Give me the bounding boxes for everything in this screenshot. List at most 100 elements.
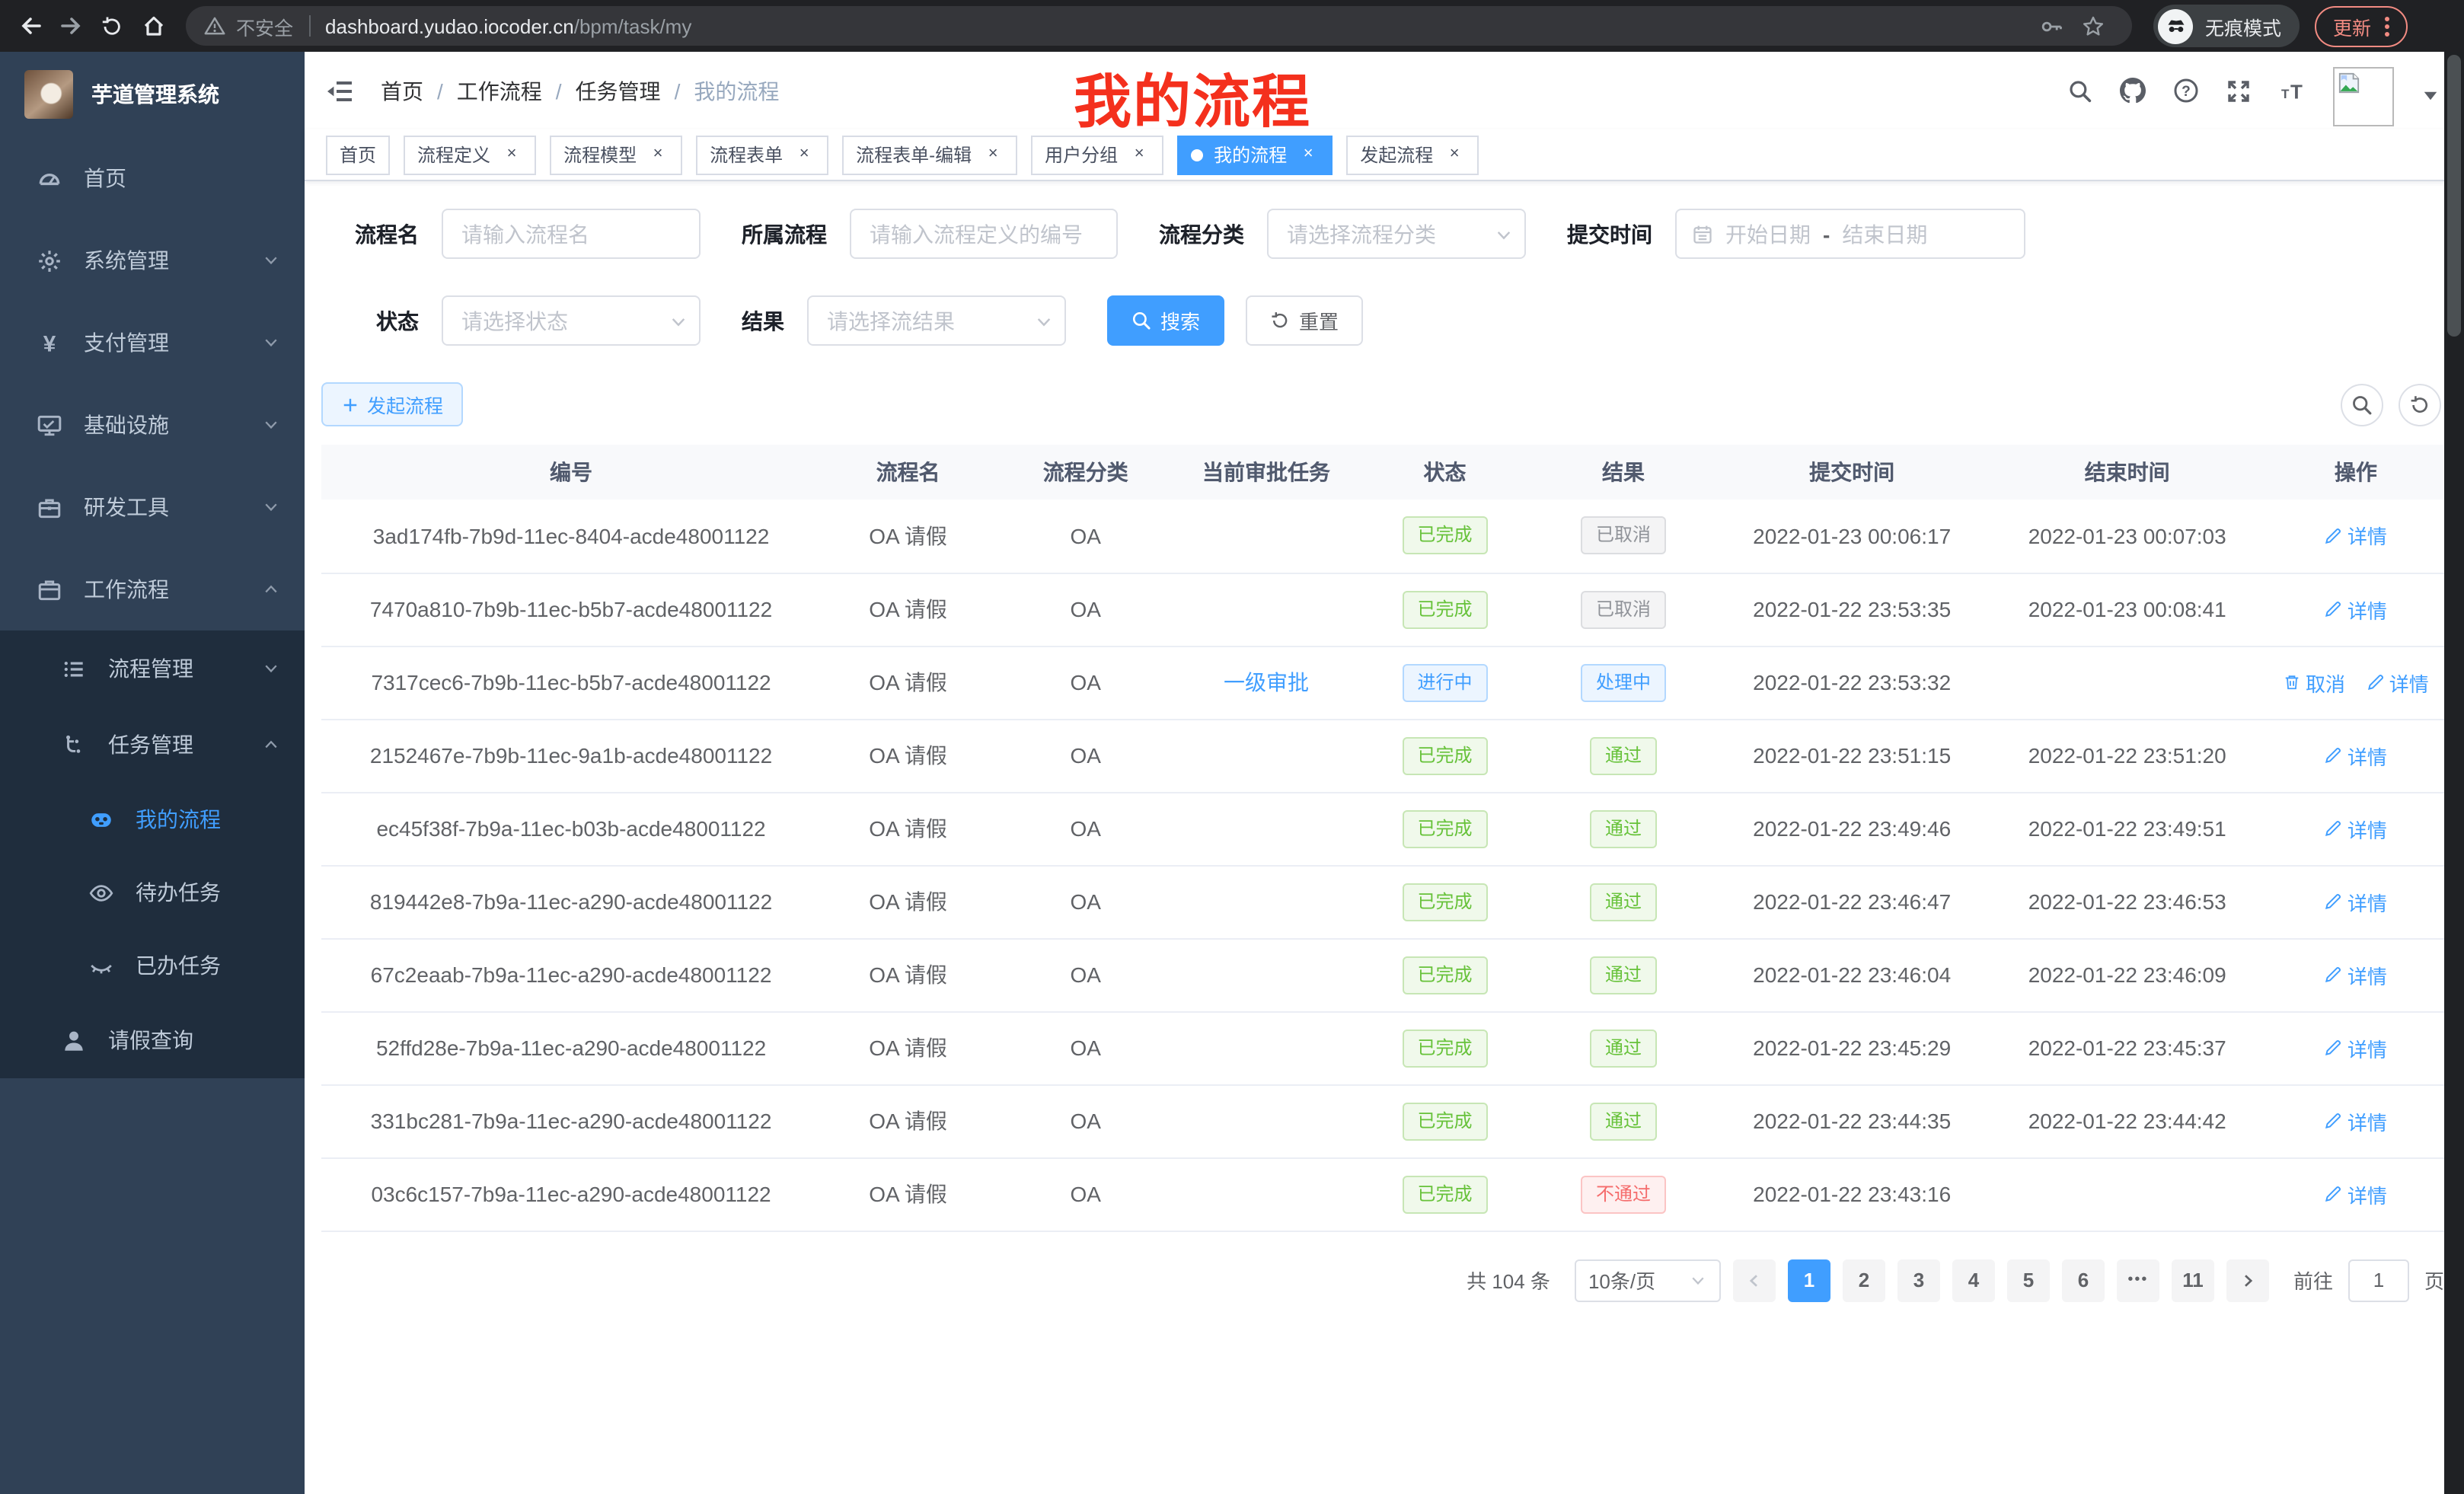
status-select[interactable]: 请选择状态 <box>442 295 701 346</box>
page-button-1[interactable]: 1 <box>1788 1259 1830 1301</box>
tab-process-definition[interactable]: 流程定义× <box>404 135 536 174</box>
edit-icon <box>2325 819 2343 838</box>
tab-label: 流程模型 <box>563 142 637 168</box>
detail-action[interactable]: 详情 <box>2325 887 2387 916</box>
header-search-icon[interactable] <box>2068 78 2092 103</box>
detail-action[interactable]: 详情 <box>2325 960 2387 989</box>
detail-action[interactable]: 详情 <box>2325 1106 2387 1135</box>
start-process-button[interactable]: 发起流程 <box>321 382 463 426</box>
col-name: 流程名 <box>821 445 995 500</box>
tab-process-model[interactable]: 流程模型 × <box>550 135 682 174</box>
close-icon[interactable]: × <box>1297 144 1319 165</box>
page-button-6[interactable]: 6 <box>2062 1259 2105 1301</box>
cell-task <box>1176 1084 1356 1157</box>
detail-action[interactable]: 详情 <box>2367 668 2429 697</box>
close-icon[interactable]: × <box>982 144 1004 165</box>
detail-action[interactable]: 详情 <box>2325 1033 2387 1062</box>
docs-help-icon[interactable] <box>2173 78 2199 104</box>
reload-icon[interactable] <box>91 6 132 46</box>
page-button-5[interactable]: 5 <box>2007 1259 2050 1301</box>
page-size-select[interactable]: 10条/页 <box>1575 1259 1721 1301</box>
cell-actions: 详情 <box>2265 719 2447 792</box>
page-button-2[interactable]: 2 <box>1843 1259 1885 1301</box>
breadcrumb-home[interactable]: 首页 <box>381 75 423 106</box>
tab-start-process[interactable]: 发起流程× <box>1346 135 1479 174</box>
font-size-icon[interactable] <box>2278 78 2306 103</box>
close-icon[interactable]: × <box>793 144 815 165</box>
cell-end-time: 2022-01-22 23:49:51 <box>1990 792 2265 865</box>
back-icon[interactable] <box>9 6 50 46</box>
chevron-up-icon <box>262 736 280 754</box>
search-button[interactable]: 搜索 <box>1107 295 1224 346</box>
avatar[interactable] <box>2333 67 2394 126</box>
detail-action[interactable]: 详情 <box>2325 1180 2387 1208</box>
page-button-3[interactable]: 3 <box>1897 1259 1940 1301</box>
close-icon[interactable]: × <box>647 144 669 165</box>
sidebar-item-devtools[interactable]: 研发工具 <box>0 466 305 548</box>
window-scrollbar[interactable] <box>2444 52 2464 1494</box>
select-placeholder: 请选择状态 <box>461 305 568 336</box>
cell-category: OA <box>995 573 1176 646</box>
reset-button[interactable]: 重置 <box>1246 295 1363 346</box>
page-button-11[interactable]: 11 <box>2172 1259 2214 1301</box>
cancel-action[interactable]: 取消 <box>2283 668 2345 697</box>
sidebar-item-workflow[interactable]: 工作流程 <box>0 548 305 630</box>
avatar-caret-icon[interactable] <box>2421 85 2440 112</box>
hamburger-icon[interactable] <box>317 68 362 113</box>
sidebar-item-leave-query[interactable]: 请假查询 <box>0 1002 305 1078</box>
page-more-button[interactable]: ••• <box>2117 1259 2159 1301</box>
address-bar[interactable]: 不安全 dashboard.yudao.iocoder.cn /bpm/task… <box>186 6 2132 46</box>
process-definition-input[interactable] <box>850 209 1118 259</box>
sidebar-item-task-management[interactable]: 任务管理 <box>0 707 305 783</box>
github-icon[interactable] <box>2120 78 2146 104</box>
sidebar-item-todo-tasks[interactable]: 待办任务 <box>0 856 305 929</box>
bookmark-star-icon[interactable] <box>2073 6 2114 46</box>
sidebar-item-home[interactable]: 首页 <box>0 137 305 219</box>
detail-action[interactable]: 详情 <box>2325 595 2387 624</box>
cell-category: OA <box>995 1157 1176 1231</box>
sidebar-item-my-process[interactable]: 我的流程 <box>0 783 305 856</box>
scrollbar-thumb[interactable] <box>2447 55 2461 337</box>
prev-page-button[interactable] <box>1733 1259 1776 1301</box>
close-icon[interactable]: × <box>1444 144 1465 165</box>
tab-process-form[interactable]: 流程表单× <box>696 135 828 174</box>
tab-user-group[interactable]: 用户分组× <box>1031 135 1163 174</box>
tab-process-form-edit[interactable]: 流程表单-编辑× <box>842 135 1017 174</box>
tab-my-process[interactable]: 我的流程× <box>1177 135 1333 174</box>
detail-action[interactable]: 详情 <box>2325 814 2387 843</box>
page-button-4[interactable]: 4 <box>1952 1259 1995 1301</box>
detail-action[interactable]: 详情 <box>2325 522 2387 551</box>
fullscreen-icon[interactable] <box>2226 78 2251 103</box>
result-select[interactable]: 请选择流结果 <box>807 295 1066 346</box>
home-icon[interactable] <box>132 6 174 46</box>
task-link[interactable]: 一级审批 <box>1224 670 1309 694</box>
logo-row[interactable]: 芋道管理系统 <box>0 52 305 137</box>
sidebar-item-system[interactable]: 系统管理 <box>0 219 305 302</box>
update-button[interactable]: 更新 <box>2315 5 2408 46</box>
breadcrumb-workflow[interactable]: 工作流程 <box>457 75 542 106</box>
detail-action[interactable]: 详情 <box>2325 741 2387 770</box>
cell-status: 已完成 <box>1357 1157 1534 1231</box>
submit-time-range[interactable]: 开始日期 - 结束日期 <box>1675 209 2025 259</box>
sidebar-item-process-management[interactable]: 流程管理 <box>0 630 305 707</box>
briefcase-icon <box>37 576 62 602</box>
close-icon[interactable]: × <box>501 144 522 165</box>
sidebar-item-payment[interactable]: ¥ 支付管理 <box>0 302 305 384</box>
close-icon[interactable]: × <box>1128 144 1150 165</box>
process-category-select[interactable]: 请选择流程分类 <box>1267 209 1526 259</box>
cell-actions: 详情 <box>2265 792 2447 865</box>
sidebar-item-infra[interactable]: 基础设施 <box>0 384 305 466</box>
sidebar-item-done-tasks[interactable]: 已办任务 <box>0 929 305 1002</box>
tab-home[interactable]: 首页 <box>326 135 390 174</box>
password-key-icon[interactable] <box>2032 6 2073 46</box>
browser-menu-icon[interactable] <box>2385 16 2389 36</box>
cell-category: OA <box>995 500 1176 573</box>
goto-page-input[interactable] <box>2348 1259 2409 1301</box>
cell-category: OA <box>995 1084 1176 1157</box>
breadcrumb-task-management[interactable]: 任务管理 <box>576 75 661 106</box>
process-name-input[interactable] <box>442 209 701 259</box>
forward-icon[interactable] <box>50 6 91 46</box>
next-page-button[interactable] <box>2226 1259 2269 1301</box>
refresh-table-button[interactable] <box>2399 383 2441 426</box>
toggle-search-button[interactable] <box>2341 383 2383 426</box>
